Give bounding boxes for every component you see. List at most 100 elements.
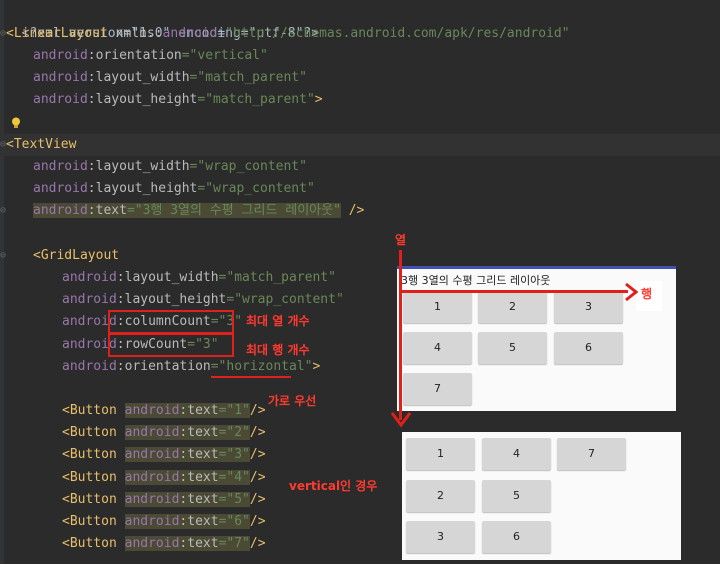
tag-close: > [314,92,323,107]
attr-name: :layout_height [87,92,198,107]
code-line-linearlayout[interactable]: <LinearLayout xmlns:android="http://sche… [6,23,570,45]
code-line-ll-width[interactable]: android:layout_width="match_parent" [33,67,307,89]
xmlns-eq: = [217,26,226,41]
preview-button-4[interactable]: 4 [403,332,472,364]
attr-namespace: android [62,270,117,285]
attr-value: ="horizontal" [210,359,313,374]
attr-namespace: android [33,203,88,218]
lightbulb-icon[interactable] [11,117,21,129]
code-line-ll-orientation[interactable]: android:orientation="vertical" [33,45,268,67]
attr-namespace: android [124,470,180,485]
button-tag: <Button [62,536,117,551]
attr-namespace: android [124,403,180,418]
annotation-vertical-case: vertical인 경우 [289,479,378,493]
code-line-gridlayout[interactable]: <GridLayout [33,245,119,267]
code-line-tv-width[interactable]: android:layout_width="wrap_content" [33,156,307,178]
attr-value: ="5" [218,492,250,507]
fold-marker-icon[interactable]: ⊖ [0,205,6,216]
code-line-button-2[interactable]: <Button android:text="2"/> [62,422,266,444]
tag-selfclose: /> [249,403,266,418]
tag-close: > [312,359,321,374]
attr-namespace: android [33,48,88,63]
attr-value: ="match_parent" [218,270,336,285]
code-line-tv-text[interactable]: android:text="3행 3열의 수평 그리드 레이아웃" /> [33,200,364,222]
column-arrow-line [399,250,402,420]
attr-name: :text [179,514,219,529]
vertical-button-3[interactable]: 3 [406,521,475,553]
tag-selfclose: /> [249,447,266,462]
preview-button-2[interactable]: 2 [478,291,547,323]
tag-selfclose: /> [249,536,266,551]
attr-value: ="vertical" [181,48,268,63]
attr-name: :layout_height [87,181,198,196]
attr-name: :layout_height [116,292,227,307]
attr-value: ="match_parent" [189,70,307,85]
code-line-gl-width[interactable]: android:layout_width="match_parent" [62,267,336,289]
fold-marker-icon[interactable]: ⊖ [0,139,6,150]
code-line-button-6[interactable]: <Button android:text="6"/> [62,511,266,533]
vertical-button-4[interactable]: 4 [482,438,551,470]
preview-button-3[interactable]: 3 [554,291,623,323]
attr-namespace: android [62,359,117,374]
row-arrow-head-icon [625,282,638,302]
preview-button-7[interactable]: 7 [403,373,472,405]
fold-marker-icon[interactable]: ⊖ [0,250,6,261]
attr-name: :layout_width [87,70,190,85]
attr-namespace: android [62,292,117,307]
tag-selfclose: /> [340,203,365,218]
attr-value: ="1" [218,403,250,418]
attr-name: :text [179,492,219,507]
attr-name: :text [87,203,127,218]
button-tag: <Button [62,492,117,507]
annotation-horizontal-first: 가로 우선 [268,394,317,408]
horizontal-underline [211,376,291,378]
attr-name: :text [179,403,219,418]
button-tag: <Button [62,514,117,529]
vertical-button-5[interactable]: 5 [482,480,551,512]
preview-button-1[interactable]: 1 [403,291,472,323]
preview-button-6[interactable]: 6 [554,332,623,364]
code-line-ll-height[interactable]: android:layout_height="match_parent"> [33,89,323,111]
preview-title: 3행 3열의 수평 그리드 레이아웃 [401,274,551,287]
code-line-tv-height[interactable]: android:layout_height="wrap_content" [33,178,315,200]
attr-value: ="4" [218,470,250,485]
attr-namespace: android [33,70,88,85]
fold-marker-icon[interactable]: ⊖ [0,28,6,39]
xmlns-namespace: android [162,26,218,41]
annotation-max-columns: 최대 열 개수 [246,314,310,328]
annotation-column: 열 [395,233,407,247]
code-line-button-5[interactable]: <Button android:text="5"/> [62,489,266,511]
vertical-button-6[interactable]: 6 [482,521,551,553]
code-line-button-4[interactable]: <Button android:text="4"/> [62,467,266,489]
attr-namespace: android [33,92,88,107]
code-line-button-1[interactable]: <Button android:text="1"/> [62,400,266,422]
attr-name: :text [179,425,219,440]
gridlayout-tag: <GridLayout [33,248,120,263]
code-line-button-7[interactable]: <Button android:text="7"/> [62,533,266,555]
row-arrow-line [400,290,628,293]
vertical-button-2[interactable]: 2 [406,480,475,512]
vertical-button-7[interactable]: 7 [557,438,626,470]
attr-value: ="wrap_content" [226,292,344,307]
attr-value: ="match_parent" [197,92,315,107]
attr-namespace: android [124,425,180,440]
code-line-gl-orientation[interactable]: android:orientation="horizontal"> [62,356,320,378]
code-line-textview[interactable]: <TextView [6,134,76,156]
preview-button-5[interactable]: 5 [478,332,547,364]
attr-name: :layout_width [116,270,219,285]
code-line-xml-header[interactable]: <?xml version="1.0" encoding="utf-8"?> [6,1,319,41]
code-line-gl-height[interactable]: android:layout_height="wrap_content" [62,289,344,311]
button-tag: <Button [62,425,117,440]
editor-gutter [0,0,4,564]
tag-selfclose: /> [249,514,266,529]
tag-selfclose: /> [249,492,266,507]
code-line-button-3[interactable]: <Button android:text="3"/> [62,444,266,466]
columncount-highlight-box [108,310,234,334]
annotation-max-rows: 최대 행 개수 [246,343,310,357]
xmlns-value: "http://schemas.android.com/apk/res/andr… [225,26,570,41]
xmlns-attr: xmlns: [107,26,163,41]
attr-namespace: android [124,536,180,551]
tag-selfclose: /> [249,425,266,440]
attr-name: :text [179,470,219,485]
vertical-button-1[interactable]: 1 [406,438,475,470]
